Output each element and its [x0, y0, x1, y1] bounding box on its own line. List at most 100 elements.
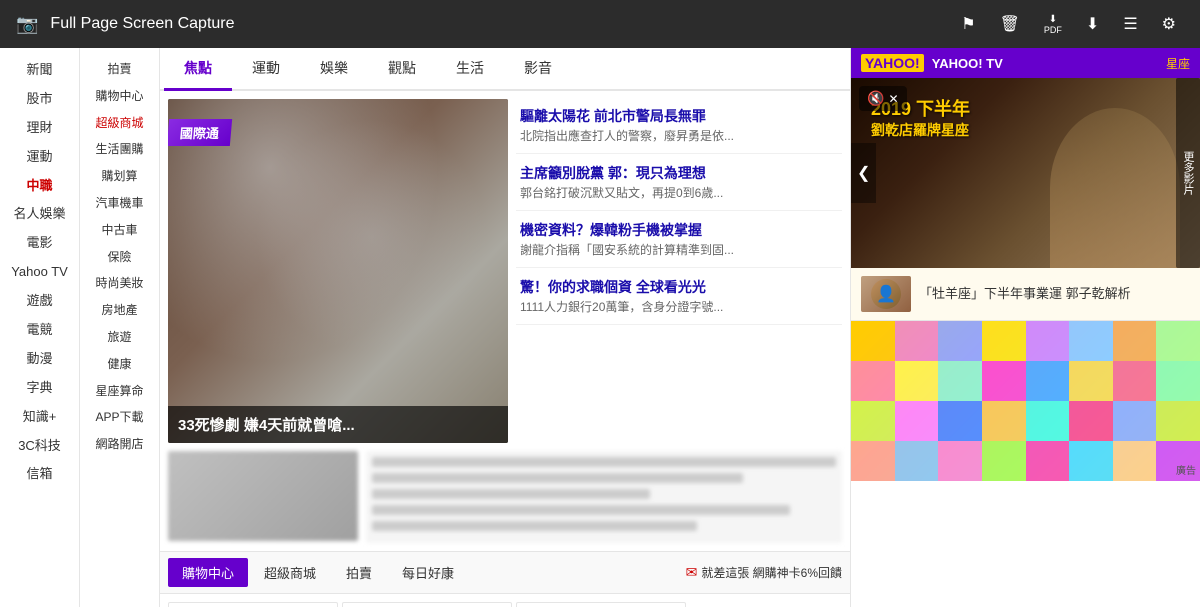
shop-tab-supermart[interactable]: 超級商城	[250, 558, 330, 587]
sidebar2-item-app[interactable]: APP下載	[80, 404, 159, 431]
news-title-3: 機密資料？爆韓粉手機被掌握	[520, 221, 838, 239]
app-title: Full Page Screen Capture	[50, 15, 941, 33]
news-item-3[interactable]: 機密資料？爆韓粉手機被掌握 謝龍介指稱「國安系統的計算精準到固...	[516, 213, 842, 268]
news-desc-4: 1111人力銀行20萬筆，含身分證字號...	[520, 299, 838, 316]
tab-life[interactable]: 生活	[436, 48, 504, 91]
sidebar2-item-beauty[interactable]: 時尚美妝	[80, 270, 159, 297]
sidebar2-item-realestate[interactable]: 房地產	[80, 297, 159, 324]
news-item-1[interactable]: 驅離太陽花 前北市警局長無罪 北院指出應查打人的警察，廢昇勇是依...	[516, 99, 842, 154]
sidebar2-item-store[interactable]: 網路開店	[80, 431, 159, 458]
shopping-promo[interactable]: ✉ 就差這張 網購神卡6%回饋	[686, 564, 842, 581]
video-mute-button[interactable]: 🔇 ✕	[859, 86, 907, 111]
news-item-4[interactable]: 驚！你的求職個資 全球看光光 1111人力銀行20萬筆，含身分證字號...	[516, 270, 842, 325]
product-2[interactable]: 任天堂 Nintendo Switch 雲朵版	[342, 602, 512, 607]
sidebar-item-tech[interactable]: 3C科技	[0, 432, 79, 461]
trash-button[interactable]: 🗑	[992, 8, 1028, 40]
sidebar2-item-health[interactable]: 健康	[80, 351, 159, 378]
sidebar2-item-horoscope[interactable]: 星座算命	[80, 378, 159, 405]
video-player[interactable]: 2019 下半年 劉乾店羅牌星座 🔇 ✕ 更多影片 ❮	[851, 78, 1200, 268]
sidebar-item-baseball[interactable]: 中職	[0, 172, 79, 201]
content-area: 焦點 運動 娛樂 觀點 生活 影音 國際通 33死慘劇 嫌4天前就曾嗆... 驅…	[160, 48, 850, 607]
doc-button[interactable]: ☰	[1115, 8, 1145, 40]
ad-pixelated	[851, 321, 1200, 481]
news-tabs: 焦點 運動 娛樂 觀點 生活 影音	[160, 48, 850, 91]
right-ad: 廣告	[851, 321, 1200, 481]
toolbar: 📷 Full Page Screen Capture ⚑ 🗑 ⬇ PDF ⬇ ☰…	[0, 0, 1200, 48]
video-figure	[1050, 108, 1180, 268]
video-recommendation[interactable]: 👤 「牡羊座」下半年事業運 郭子乾解析	[851, 268, 1200, 321]
sidebar2-item-travel[interactable]: 旅遊	[80, 324, 159, 351]
main-news-title: 33死慘劇 嫌4天前就曾嗆...	[168, 406, 508, 443]
sidebar2-item-supermart[interactable]: 超級商城	[80, 110, 159, 137]
tab-sports[interactable]: 運動	[232, 48, 300, 91]
product-3[interactable]: 西雅圖沖泡綜合 濾掛咖啡	[516, 602, 686, 607]
ad-text	[366, 451, 842, 543]
pdf-button[interactable]: ⬇ PDF	[1036, 8, 1070, 41]
shopping-tabs: 購物中心 超級商城 拍賣 每日好康 ✉ 就差這張 網購神卡6%回饋	[160, 551, 850, 594]
news-title-4: 驚！你的求職個資 全球看光光	[520, 278, 838, 296]
toolbar-actions: ⚑ 🗑 ⬇ PDF ⬇ ☰ ⚙	[953, 8, 1184, 41]
video-subtitle: 劉乾店羅牌星座	[871, 121, 970, 139]
news-desc-3: 謝龍介指稱「國安系統的計算精準到固...	[520, 242, 838, 259]
sidebar-item-dictionary[interactable]: 字典	[0, 374, 79, 403]
avatar: 👤	[871, 279, 901, 309]
download-button[interactable]: ⬇	[1078, 8, 1107, 40]
news-area: 國際通 33死慘劇 嫌4天前就曾嗆... 驅離太陽花 前北市警局長無罪 北院指出…	[160, 91, 850, 451]
sidebar-item-news[interactable]: 新聞	[0, 56, 79, 85]
news-item-2[interactable]: 主席籲別脫黨 郭：現只為理想 郭台銘打破沉默又貼文，再提0到6歲...	[516, 156, 842, 211]
flag-button[interactable]: ⚑	[953, 8, 983, 40]
news-badge: 國際通	[168, 119, 232, 146]
sidebar2-item-groupbuy[interactable]: 生活團購	[80, 136, 159, 163]
sidebar-item-esports[interactable]: 電競	[0, 316, 79, 345]
camera-icon: 📷	[16, 14, 38, 35]
product-1[interactable]: iPad Apple 2018 iPad 9.7吋 32G WiFi	[168, 602, 338, 607]
sidebar-item-stock[interactable]: 股市	[0, 85, 79, 114]
sidebar-item-games[interactable]: 遊戲	[0, 287, 79, 316]
product-row: iPad Apple 2018 iPad 9.7吋 32G WiFi 任天堂 N…	[160, 594, 850, 607]
sidebar-item-yahoo-tv[interactable]: Yahoo TV	[0, 258, 79, 287]
sidebar-item-sports[interactable]: 運動	[0, 143, 79, 172]
side-news-list: 驅離太陽花 前北市警局長無罪 北院指出應查打人的警察，廢昇勇是依... 主席籲別…	[516, 99, 842, 443]
sidebar-item-knowledge[interactable]: 知識+	[0, 403, 79, 432]
news-title-2: 主席籲別脫黨 郭：現只為理想	[520, 164, 838, 182]
ad-watermark: 廣告	[1176, 462, 1196, 477]
sidebar-item-mail[interactable]: 信箱	[0, 460, 79, 489]
sidebar2-item-shopping[interactable]: 購物中心	[80, 83, 159, 110]
ad-image-left	[168, 451, 358, 541]
news-desc-2: 郭台銘打破沉默又貼文，再提0到6歲...	[520, 185, 838, 202]
yahoo-tv-label: YAHOO! TV	[932, 56, 1003, 71]
mute-icon: 🔇	[867, 90, 884, 107]
yahoo-logo: YAHOO!	[861, 54, 924, 72]
yahoo-tv-header: YAHOO! YAHOO! TV 星座	[851, 48, 1200, 78]
email-icon: ✉	[686, 564, 698, 581]
secondary-sidebar: 拍賣 購物中心 超級商城 生活團購 購划算 汽車機車 中古車 保險 時尚美妝 房…	[80, 48, 160, 607]
sidebar-item-movie[interactable]: 電影	[0, 229, 79, 258]
sidebar2-item-insurance[interactable]: 保險	[80, 244, 159, 271]
news-title-1: 驅離太陽花 前北市警局長無罪	[520, 107, 838, 125]
sidebar2-item-auction[interactable]: 拍賣	[80, 56, 159, 83]
tab-opinion[interactable]: 觀點	[368, 48, 436, 91]
main-news-card[interactable]: 國際通 33死慘劇 嫌4天前就曾嗆...	[168, 99, 508, 443]
shop-tab-auction[interactable]: 拍賣	[332, 558, 386, 587]
close-icon-video: ✕	[888, 92, 898, 106]
tab-focus[interactable]: 焦點	[164, 48, 232, 91]
sidebar2-item-usedcar[interactable]: 中古車	[80, 217, 159, 244]
sidebar-item-finance[interactable]: 理財	[0, 114, 79, 143]
shop-tab-daily[interactable]: 每日好康	[388, 558, 468, 587]
sidebar-item-anime[interactable]: 動漫	[0, 345, 79, 374]
left-sidebar: 新聞 股市 理財 運動 中職 名人娛樂 電影 Yahoo TV 遊戲 電競 動漫…	[0, 48, 80, 607]
news-desc-1: 北院指出應查打人的警察，廢昇勇是依...	[520, 128, 838, 145]
sidebar-item-celebrity[interactable]: 名人娛樂	[0, 200, 79, 229]
video-rec-title: 「牡羊座」下半年事業運 郭子乾解析	[919, 286, 1131, 303]
tab-video[interactable]: 影音	[504, 48, 572, 91]
ad-section	[160, 451, 850, 551]
main-container: 新聞 股市 理財 運動 中職 名人娛樂 電影 Yahoo TV 遊戲 電競 動漫…	[0, 48, 1200, 607]
settings-button[interactable]: ⚙	[1154, 8, 1184, 40]
video-prev-button[interactable]: ❮	[851, 143, 876, 203]
sidebar2-item-deals[interactable]: 購划算	[80, 163, 159, 190]
more-videos-button[interactable]: 更多影片	[1176, 78, 1200, 268]
shop-tab-mall[interactable]: 購物中心	[168, 558, 248, 587]
sidebar2-item-auto[interactable]: 汽車機車	[80, 190, 159, 217]
star-label: 星座	[1166, 55, 1190, 72]
tab-entertainment[interactable]: 娛樂	[300, 48, 368, 91]
